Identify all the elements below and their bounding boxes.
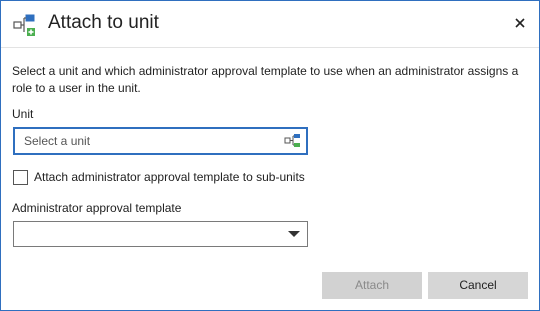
org-unit-picker-icon[interactable] bbox=[284, 133, 302, 149]
cancel-button[interactable]: Cancel bbox=[428, 272, 528, 299]
sub-units-checkbox-label[interactable]: Attach administrator approval template t… bbox=[34, 170, 305, 184]
attach-to-unit-dialog: Attach to unit Select a unit and which a… bbox=[0, 0, 540, 311]
dialog-description: Select a unit and which administrator ap… bbox=[12, 64, 519, 95]
attach-button[interactable]: Attach bbox=[322, 272, 422, 299]
template-select[interactable] bbox=[13, 221, 308, 247]
unit-label: Unit bbox=[12, 107, 34, 121]
sub-units-checkbox[interactable] bbox=[13, 170, 28, 185]
unit-field[interactable] bbox=[13, 127, 308, 155]
org-unit-attach-icon bbox=[13, 13, 37, 37]
chevron-down-icon[interactable] bbox=[288, 231, 300, 237]
dialog-titlebar: Attach to unit bbox=[1, 1, 539, 48]
close-icon[interactable] bbox=[513, 16, 527, 30]
unit-input[interactable] bbox=[24, 133, 274, 149]
dialog-title: Attach to unit bbox=[48, 12, 159, 33]
template-label: Administrator approval template bbox=[12, 201, 182, 215]
